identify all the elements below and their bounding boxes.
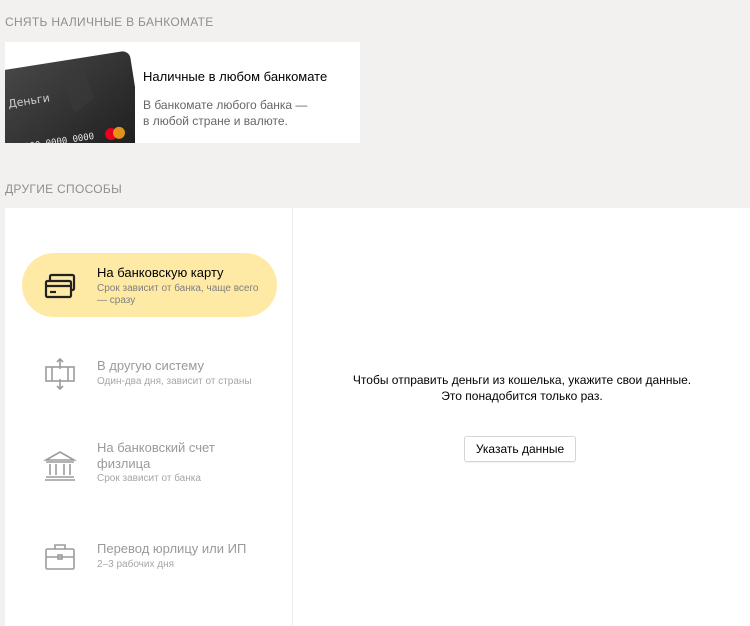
briefcase-icon bbox=[43, 540, 77, 574]
method-subtitle: 2–3 рабочих дня bbox=[97, 559, 175, 570]
atm-withdraw-card[interactable]: Деньги 2100 0000 0000 Наличные в любом б… bbox=[5, 42, 360, 143]
method-subtitle: Срок зависит от банка, чаще всего — сраз… bbox=[97, 283, 259, 306]
method-title: Перевод юрлицу или ИП bbox=[97, 541, 247, 556]
transfer-panel: На банковскую карту Срок зависит от банк… bbox=[5, 208, 750, 626]
method-title: На банковский счет физлица bbox=[97, 440, 215, 471]
section-title-other: ДРУГИЕ СПОСОБЫ bbox=[5, 182, 123, 196]
method-subtitle: Один-два дня, зависит от страны bbox=[97, 376, 252, 387]
method-details: Чтобы отправить деньги из кошелька, укаж… bbox=[294, 208, 750, 626]
method-other-system[interactable]: В другую систему Один-два дня, зависит о… bbox=[22, 341, 277, 405]
bank-building-icon bbox=[42, 449, 78, 483]
method-bank-account[interactable]: На банковский счет физлица Срок зависит … bbox=[22, 433, 277, 497]
atm-title: Наличные в любом банкомате bbox=[143, 69, 328, 84]
section-title-atm: СНЯТЬ НАЛИЧНЫЕ В БАНКОМАТЕ bbox=[5, 15, 214, 29]
provide-data-button[interactable]: Указать данные bbox=[464, 436, 576, 462]
method-title: На банковскую карту bbox=[97, 265, 224, 280]
atm-description: В банкомате любого банка — в любой стран… bbox=[143, 98, 308, 128]
bank-card-icon bbox=[43, 269, 77, 303]
bank-card-image: Деньги 2100 0000 0000 bbox=[5, 42, 135, 143]
method-bank-card[interactable]: На банковскую карту Срок зависит от банк… bbox=[22, 253, 277, 317]
method-subtitle: Срок зависит от банка bbox=[97, 473, 201, 484]
info-text: Чтобы отправить деньги из кошелька, укаж… bbox=[352, 373, 692, 403]
method-title: В другую систему bbox=[97, 358, 204, 373]
method-legal-entity[interactable]: Перевод юрлицу или ИП 2–3 рабочих дня bbox=[22, 524, 277, 588]
transfer-methods-list: На банковскую карту Срок зависит от банк… bbox=[5, 208, 293, 626]
transfer-icon bbox=[43, 357, 77, 391]
